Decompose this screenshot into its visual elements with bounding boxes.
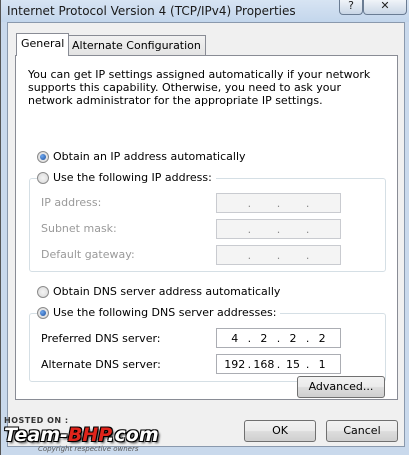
advanced-button[interactable]: Advanced... <box>297 376 385 398</box>
alternate-dns-input[interactable]: 192. 168. 15. 1 <box>216 354 341 374</box>
general-tab-panel: You can get IP settings assigned automat… <box>15 55 398 400</box>
obtain-dns-auto-option[interactable]: Obtain DNS server address automatically <box>37 285 280 298</box>
watermark: HOSTED ON : Team-BHP.com Copyright respe… <box>2 414 232 454</box>
ok-button[interactable]: OK <box>244 420 316 442</box>
dialog-window: Internet Protocol Version 4 (TCP/IPv4) P… <box>0 0 409 455</box>
dialog-body: General Alternate Configuration You can … <box>7 22 405 447</box>
preferred-dns-input[interactable]: 4. 2. 2. 2 <box>216 328 341 348</box>
preferred-dns-label: Preferred DNS server: <box>41 332 161 345</box>
window-title: Internet Protocol Version 4 (TCP/IPv4) P… <box>7 4 296 18</box>
close-icon: ✕ <box>380 0 390 12</box>
use-following-ip-option[interactable]: Use the following IP address: <box>37 171 216 184</box>
cancel-button[interactable]: Cancel <box>326 420 398 442</box>
obtain-ip-auto-radio[interactable] <box>37 150 49 163</box>
use-following-ip-radio[interactable] <box>37 171 49 184</box>
default-gateway-label: Default gateway: <box>41 248 135 261</box>
close-button[interactable]: ✕ <box>363 0 407 15</box>
intro-text: You can get IP settings assigned automat… <box>28 68 371 107</box>
help-button[interactable]: ? <box>339 0 363 15</box>
subnet-mask-label: Subnet mask: <box>41 222 117 235</box>
obtain-dns-auto-radio[interactable] <box>37 285 49 298</box>
use-following-dns-option[interactable]: Use the following DNS server addresses: <box>37 306 281 319</box>
obtain-ip-auto-label: Obtain an IP address automatically <box>53 150 246 163</box>
tab-alternate-configuration[interactable]: Alternate Configuration <box>67 35 206 56</box>
ip-address-input: . . . <box>216 193 341 213</box>
watermark-tagline: Copyright respective owners <box>38 445 139 453</box>
help-icon: ? <box>348 0 354 12</box>
obtain-dns-auto-label: Obtain DNS server address automatically <box>53 285 281 298</box>
title-bar[interactable]: Internet Protocol Version 4 (TCP/IPv4) P… <box>1 0 409 22</box>
default-gateway-input: . . . <box>216 245 341 265</box>
use-following-dns-radio[interactable] <box>37 306 49 319</box>
watermark-logo: Team-BHP.com <box>4 424 159 446</box>
obtain-ip-auto-option[interactable]: Obtain an IP address automatically <box>37 150 246 163</box>
use-following-dns-label: Use the following DNS server addresses: <box>53 306 277 319</box>
tab-general[interactable]: General <box>16 33 70 56</box>
ip-address-label: IP address: <box>41 196 102 209</box>
alternate-dns-label: Alternate DNS server: <box>41 358 161 371</box>
subnet-mask-input: . . . <box>216 219 341 239</box>
use-following-ip-label: Use the following IP address: <box>53 171 212 184</box>
